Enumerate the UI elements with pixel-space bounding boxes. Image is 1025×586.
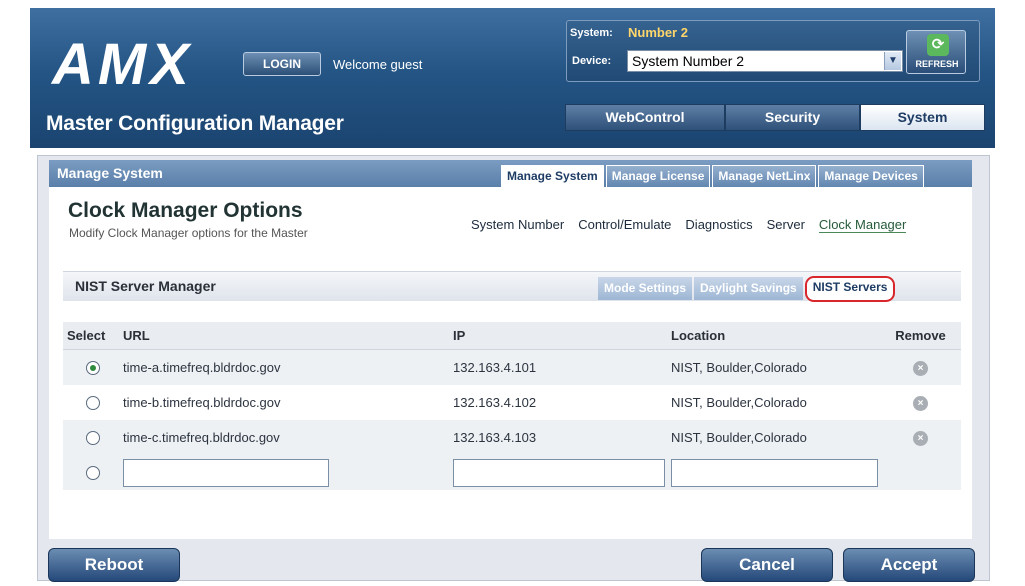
tab-mode-settings[interactable]: Mode Settings [598, 277, 693, 300]
table-row: time-c.timefreq.bldrdoc.gov 132.163.4.10… [63, 420, 961, 455]
remove-icon[interactable]: × [913, 396, 928, 411]
link-server[interactable]: Server [767, 217, 805, 233]
page-links: System Number Control/Emulate Diagnostic… [471, 217, 907, 233]
row-url: time-c.timefreq.bldrdoc.gov [123, 430, 280, 445]
refresh-button[interactable]: ⟳ REFRESH [906, 30, 966, 74]
device-select[interactable]: System Number 2 ▼ [627, 50, 903, 72]
main-tabs: WebControl Security System [565, 104, 985, 131]
accept-button[interactable]: Accept [843, 548, 975, 582]
refresh-label: REFRESH [915, 59, 959, 69]
col-ip: IP [453, 328, 466, 343]
link-control-emulate[interactable]: Control/Emulate [578, 217, 671, 233]
remove-icon[interactable]: × [913, 361, 928, 376]
page-subtitle: Modify Clock Manager options for the Mas… [69, 226, 308, 240]
col-select: Select [67, 328, 106, 343]
link-system-number[interactable]: System Number [471, 217, 564, 233]
select-radio[interactable] [86, 465, 100, 480]
ip-input[interactable] [453, 458, 665, 487]
section-tabs: Mode Settings Daylight Savings NIST Serv… [598, 276, 897, 302]
tab-manage-system[interactable]: Manage System [501, 165, 604, 187]
device-label: Device: [572, 55, 612, 67]
row-url: time-a.timefreq.bldrdoc.gov [123, 360, 281, 375]
chevron-down-icon[interactable]: ▼ [884, 52, 901, 70]
refresh-icon: ⟳ [927, 34, 949, 56]
tab-security[interactable]: Security [725, 104, 860, 131]
link-clock-manager[interactable]: Clock Manager [818, 217, 907, 233]
tab-nist-servers[interactable]: NIST Servers [804, 276, 896, 302]
new-server-row [63, 455, 961, 490]
tab-manage-netlinx[interactable]: Manage NetLinx [712, 165, 817, 187]
row-ip: 132.163.4.102 [453, 395, 537, 410]
col-url: URL [123, 328, 150, 343]
row-location: NIST, Boulder,Colorado [671, 395, 807, 410]
device-select-value: System Number 2 [632, 53, 745, 69]
app-title: Master Configuration Manager [46, 112, 344, 135]
panel-tabs: Manage System Manage License Manage NetL… [501, 165, 926, 187]
system-label: System: [570, 27, 613, 39]
nist-server-table: Select URL IP Location Remove time-a.tim… [63, 322, 961, 490]
reboot-button[interactable]: Reboot [48, 548, 180, 582]
link-diagnostics[interactable]: Diagnostics [685, 217, 752, 233]
cancel-button[interactable]: Cancel [701, 548, 833, 582]
col-location: Location [671, 328, 726, 343]
table-row: time-b.timefreq.bldrdoc.gov 132.163.4.10… [63, 385, 961, 420]
table-header: Select URL IP Location Remove [63, 322, 961, 350]
row-url: time-b.timefreq.bldrdoc.gov [123, 395, 281, 410]
page-title: Clock Manager Options [68, 199, 303, 222]
tab-system[interactable]: System [860, 104, 985, 131]
url-input[interactable] [123, 458, 329, 487]
select-radio[interactable] [86, 430, 100, 445]
tab-daylight-savings[interactable]: Daylight Savings [694, 277, 803, 300]
row-ip: 132.163.4.101 [453, 360, 537, 375]
row-location: NIST, Boulder,Colorado [671, 360, 807, 375]
select-radio[interactable] [86, 360, 100, 375]
select-radio[interactable] [86, 395, 100, 410]
row-ip: 132.163.4.103 [453, 430, 537, 445]
login-button[interactable]: LOGIN [243, 52, 321, 76]
welcome-text: Welcome guest [333, 57, 423, 72]
remove-icon[interactable]: × [913, 431, 928, 446]
table-row: time-a.timefreq.bldrdoc.gov 132.163.4.10… [63, 350, 961, 385]
section-title: NIST Server Manager [75, 278, 216, 294]
tab-webcontrol[interactable]: WebControl [565, 104, 725, 131]
row-location: NIST, Boulder,Colorado [671, 430, 807, 445]
tab-manage-devices[interactable]: Manage Devices [818, 165, 924, 187]
location-input[interactable] [671, 458, 878, 487]
logo-text: AMX [50, 38, 193, 88]
system-value: Number 2 [628, 25, 688, 40]
panel-title: Manage System [57, 165, 163, 181]
tab-manage-license[interactable]: Manage License [605, 165, 711, 187]
col-remove: Remove [895, 328, 946, 343]
amx-logo: AMX [50, 38, 193, 88]
